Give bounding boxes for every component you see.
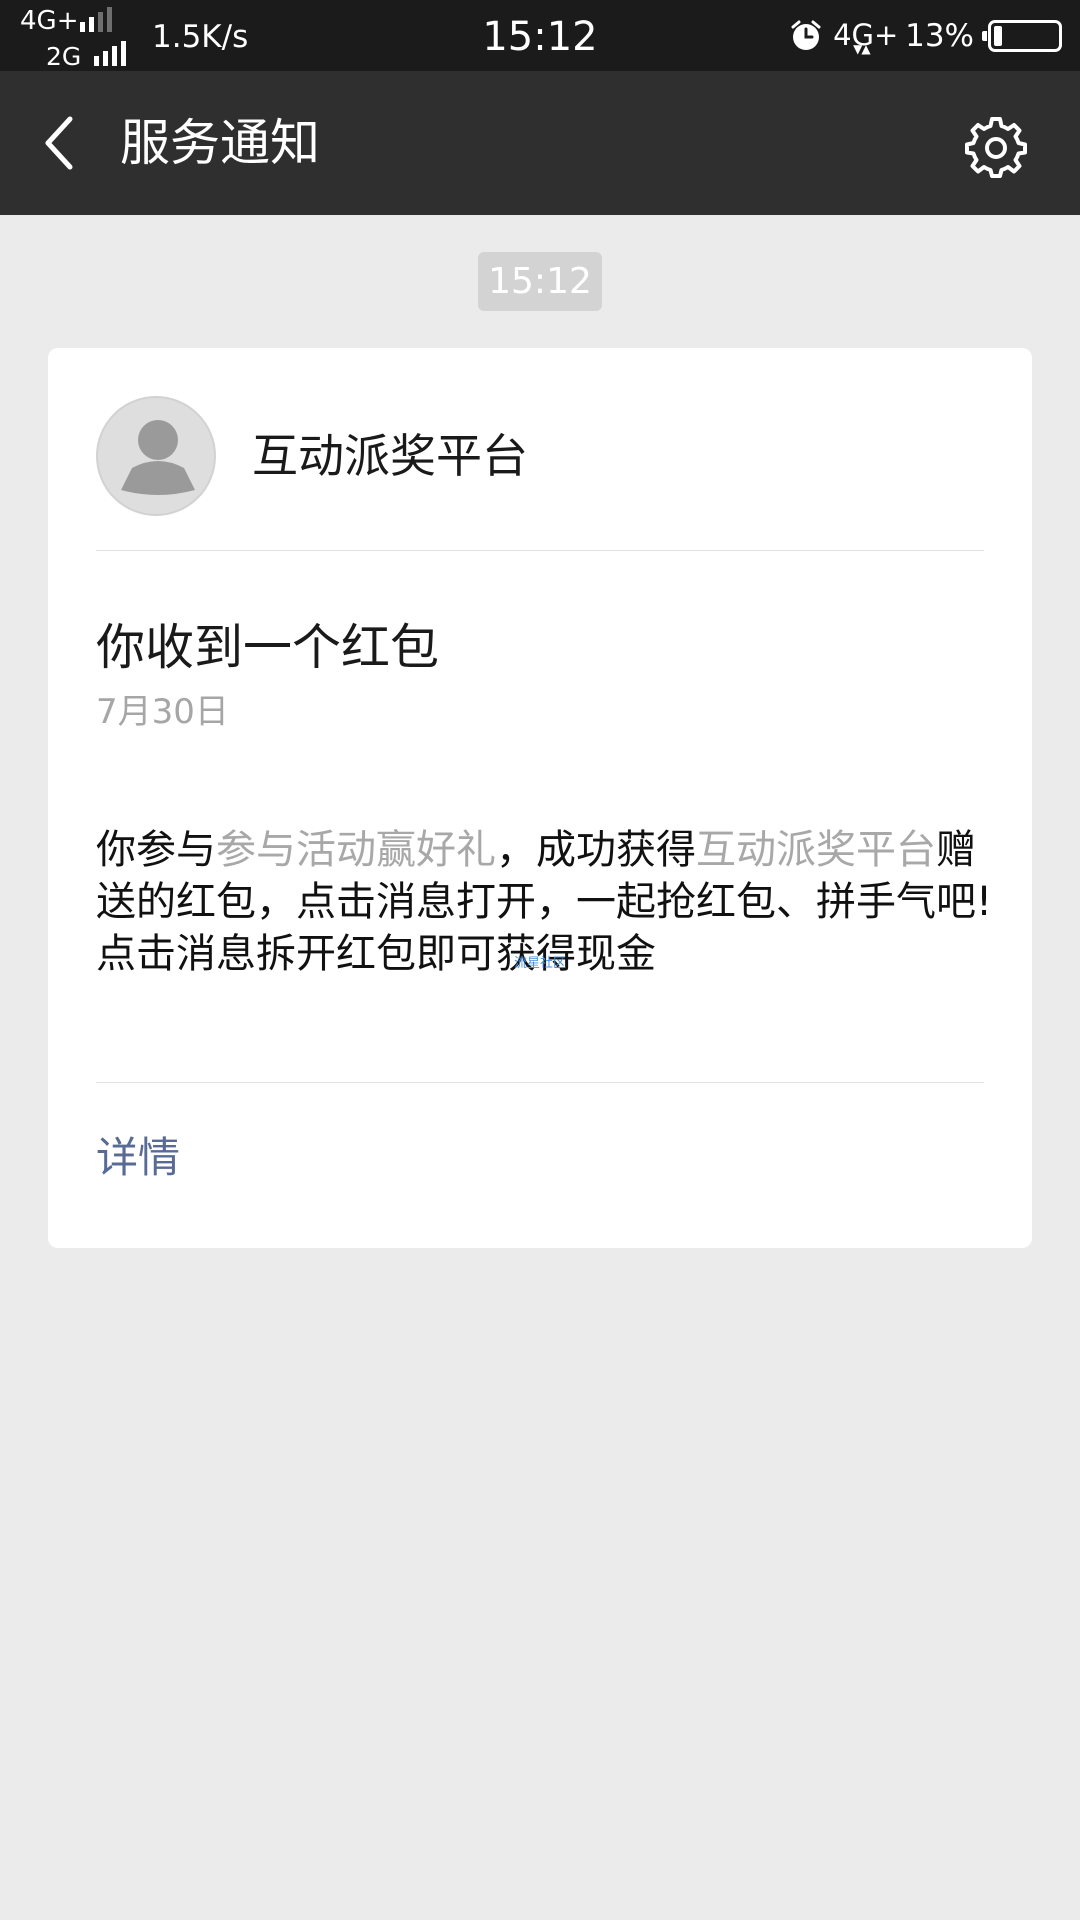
timestamp-chip: 15:12 [478, 252, 602, 311]
activity-name: 参与活动赢好礼 [216, 827, 496, 873]
data-arrows-icon: ▼▲ [853, 42, 870, 56]
chevron-left-icon[interactable] [40, 111, 80, 175]
battery-fill [994, 26, 1002, 46]
avatar [96, 396, 216, 516]
message-date: 7月30日 [96, 692, 229, 732]
body-text-part: ，成功获得 [496, 827, 696, 873]
alarm-icon [791, 20, 821, 50]
gear-icon[interactable] [964, 115, 1028, 179]
watermark: 流星社区 [514, 956, 567, 971]
divider [96, 1082, 984, 1083]
status-bar: 4G+ 2G 1.5K/s 15:12 4G+ ▼▲ 13% [0, 0, 1080, 71]
status-right-group: 4G+ ▼▲ 13% [789, 14, 1062, 58]
network-4g-indicator: 4G+ ▼▲ [833, 14, 898, 58]
details-link[interactable]: 详情 [96, 1132, 180, 1184]
nav-bar: 服务通知 [0, 71, 1080, 215]
platform-name: 互动派奖平台 [696, 827, 936, 873]
message-title: 你收到一个红包 [96, 619, 440, 676]
body-text-line: 点击消息拆开红包即可获得现金 [96, 931, 656, 977]
divider [96, 550, 984, 551]
battery-tip [982, 31, 987, 41]
notification-card[interactable]: 互动派奖平台 你收到一个红包 7月30日 你参与参与活动赢好礼，成功获得互动派奖… [48, 348, 1032, 1248]
battery-percent: 13% [905, 18, 974, 54]
battery-icon [982, 20, 1062, 52]
default-user-avatar-icon [121, 420, 195, 495]
sender-name: 互动派奖平台 [252, 429, 528, 483]
page-title: 服务通知 [120, 114, 320, 172]
body-text-part: 你参与 [96, 827, 216, 873]
